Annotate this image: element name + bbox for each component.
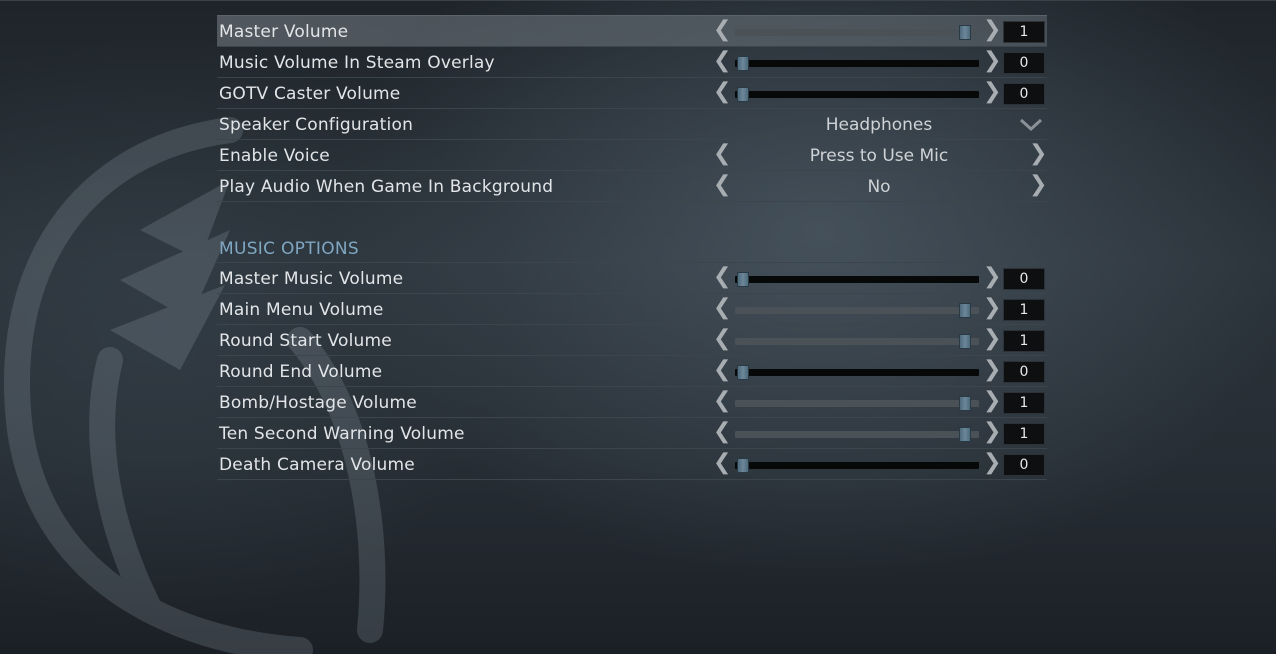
selector-value: Press to Use Mic	[809, 146, 949, 166]
right-arrow-icon[interactable]: ❯	[983, 19, 1001, 43]
setting-row-play-audio-when-game-in-background[interactable]: Play Audio When Game In Background ❮ No ❯	[217, 171, 1047, 202]
left-arrow-icon[interactable]: ❮	[713, 50, 731, 74]
chevron-down-icon[interactable]	[1019, 118, 1043, 132]
setting-label: Master Music Volume	[219, 269, 404, 289]
volume-slider[interactable]	[735, 334, 979, 349]
volume-value-input[interactable]: 0	[1003, 268, 1045, 290]
setting-label: Play Audio When Game In Background	[219, 177, 554, 197]
slider-thumb[interactable]	[959, 25, 971, 40]
volume-value-input[interactable]: 0	[1003, 52, 1045, 74]
setting-row-music-volume-in-steam-overlay[interactable]: Music Volume In Steam Overlay ❮ ❯ 0	[217, 47, 1047, 78]
right-arrow-icon[interactable]: ❯	[983, 421, 1001, 445]
volume-slider[interactable]	[735, 458, 979, 473]
right-arrow-icon[interactable]: ❯	[983, 50, 1001, 74]
left-arrow-icon[interactable]: ❮	[713, 19, 731, 43]
slider-thumb[interactable]	[737, 272, 749, 287]
volume-slider[interactable]	[735, 87, 979, 102]
left-arrow-icon[interactable]: ❮	[713, 297, 731, 321]
setting-row-round-start-volume[interactable]: Round Start Volume ❮ ❯ 1	[217, 325, 1047, 356]
setting-row-death-camera-volume[interactable]: Death Camera Volume ❮ ❯ 0	[217, 449, 1047, 480]
setting-label: Main Menu Volume	[219, 300, 384, 320]
left-arrow-icon[interactable]: ❮	[713, 390, 731, 414]
left-arrow-icon[interactable]: ❮	[713, 81, 731, 105]
audio-settings-panel: Master Volume ❮ ❯ 1 Music Volume In Steam Ov…	[217, 15, 1047, 480]
slider-thumb[interactable]	[959, 334, 971, 349]
setting-row-bomb-hostage-volume[interactable]: Bomb/Hostage Volume ❮ ❯ 1	[217, 387, 1047, 418]
right-arrow-icon[interactable]: ❯	[1029, 174, 1047, 198]
slider-thumb[interactable]	[737, 87, 749, 102]
volume-slider[interactable]	[735, 272, 979, 287]
left-arrow-icon[interactable]: ❮	[713, 452, 731, 476]
volume-value-input[interactable]: 1	[1003, 392, 1045, 414]
selector-value: No	[867, 177, 891, 197]
setting-row-ten-second-warning-volume[interactable]: Ten Second Warning Volume ❮ ❯ 1	[217, 418, 1047, 449]
left-arrow-icon[interactable]: ❮	[713, 421, 731, 445]
setting-row-enable-voice[interactable]: Enable Voice ❮ Press to Use Mic ❯	[217, 140, 1047, 171]
slider-thumb[interactable]	[959, 303, 971, 318]
slider-thumb[interactable]	[959, 427, 971, 442]
setting-row-speaker-configuration[interactable]: Speaker Configuration Headphones	[217, 109, 1047, 140]
setting-label: Round End Volume	[219, 362, 383, 382]
right-arrow-icon[interactable]: ❯	[1029, 143, 1047, 167]
setting-label: Enable Voice	[219, 146, 330, 166]
volume-value-input[interactable]: 0	[1003, 454, 1045, 476]
volume-value-input[interactable]: 1	[1003, 423, 1045, 445]
right-arrow-icon[interactable]: ❯	[983, 81, 1001, 105]
setting-label: Ten Second Warning Volume	[219, 424, 465, 444]
volume-slider[interactable]	[735, 365, 979, 380]
setting-label: Round Start Volume	[219, 331, 392, 351]
setting-label: Music Volume In Steam Overlay	[219, 53, 495, 73]
volume-slider[interactable]	[735, 56, 979, 71]
left-arrow-icon[interactable]: ❮	[713, 266, 731, 290]
volume-slider[interactable]	[735, 303, 979, 318]
setting-label: Death Camera Volume	[219, 455, 415, 475]
setting-row-round-end-volume[interactable]: Round End Volume ❮ ❯ 0	[217, 356, 1047, 387]
music-options-header: MUSIC OPTIONS	[217, 232, 1047, 263]
setting-row-master-music-volume[interactable]: Master Music Volume ❮ ❯ 0	[217, 263, 1047, 294]
volume-slider[interactable]	[735, 427, 979, 442]
dropdown-value[interactable]: Headphones	[729, 115, 1029, 135]
slider-thumb[interactable]	[737, 365, 749, 380]
volume-value-input[interactable]: 1	[1003, 299, 1045, 321]
left-arrow-icon[interactable]: ❮	[713, 143, 731, 167]
right-arrow-icon[interactable]: ❯	[983, 452, 1001, 476]
left-arrow-icon[interactable]: ❮	[713, 328, 731, 352]
volume-value-input[interactable]: 1	[1003, 21, 1045, 43]
volume-slider[interactable]	[735, 396, 979, 411]
volume-value-input[interactable]: 0	[1003, 83, 1045, 105]
setting-row-gotv-caster-volume[interactable]: GOTV Caster Volume ❮ ❯ 0	[217, 78, 1047, 109]
right-arrow-icon[interactable]: ❯	[983, 266, 1001, 290]
right-arrow-icon[interactable]: ❯	[983, 359, 1001, 383]
volume-value-input[interactable]: 1	[1003, 330, 1045, 352]
slider-thumb[interactable]	[737, 56, 749, 71]
left-arrow-icon[interactable]: ❮	[713, 174, 731, 198]
setting-label: Bomb/Hostage Volume	[219, 393, 417, 413]
slider-thumb[interactable]	[737, 458, 749, 473]
setting-row-master-volume[interactable]: Master Volume ❮ ❯ 1	[217, 15, 1047, 47]
setting-row-main-menu-volume[interactable]: Main Menu Volume ❮ ❯ 1	[217, 294, 1047, 325]
slider-thumb[interactable]	[959, 396, 971, 411]
volume-slider[interactable]	[735, 25, 979, 40]
setting-label: GOTV Caster Volume	[219, 84, 401, 104]
left-arrow-icon[interactable]: ❮	[713, 359, 731, 383]
top-border	[0, 0, 1276, 1]
setting-label: Speaker Configuration	[219, 115, 414, 135]
setting-label: Master Volume	[219, 22, 349, 42]
right-arrow-icon[interactable]: ❯	[983, 297, 1001, 321]
right-arrow-icon[interactable]: ❯	[983, 390, 1001, 414]
section-title: MUSIC OPTIONS	[219, 239, 360, 259]
volume-value-input[interactable]: 0	[1003, 361, 1045, 383]
right-arrow-icon[interactable]: ❯	[983, 328, 1001, 352]
